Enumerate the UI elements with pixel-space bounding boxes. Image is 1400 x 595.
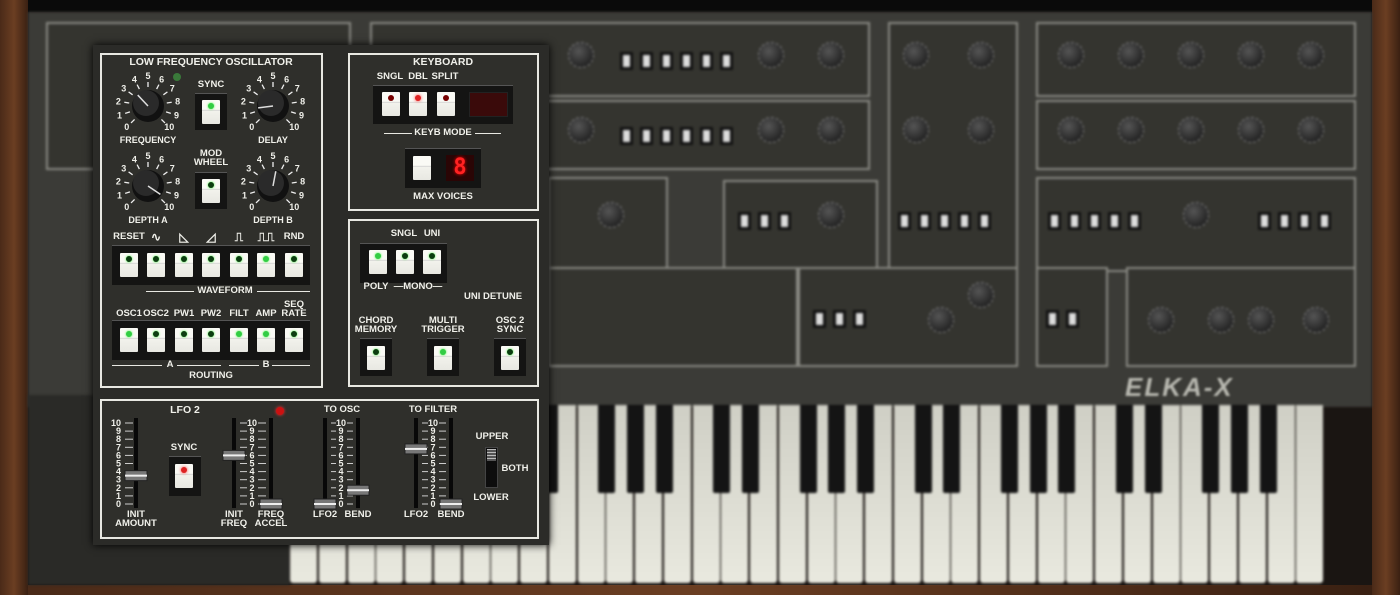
slider-scale-label: 10 (336, 418, 346, 428)
slider-scale-label: 10 (428, 418, 438, 428)
black-key[interactable] (943, 405, 961, 493)
elka-x-logo: ELKA-X (1125, 372, 1234, 402)
switch-handle[interactable] (487, 449, 496, 461)
black-key[interactable] (857, 405, 874, 493)
wood-side-right (1372, 0, 1400, 595)
black-key[interactable] (1259, 405, 1277, 493)
black-key[interactable] (598, 405, 616, 493)
black-key[interactable] (713, 405, 731, 493)
freq-accel-label-2: ACCEL (254, 518, 288, 529)
black-key[interactable] (914, 405, 932, 493)
slider-handle[interactable] (313, 498, 337, 510)
black-key[interactable] (655, 405, 673, 493)
to-osc-lfo2-label: LFO2 (312, 509, 338, 520)
to-filter-lfo2-label: LFO2 (403, 509, 429, 520)
to-osc-bend-label: BEND (344, 509, 372, 520)
init-amount-label-2: AMOUNT (115, 518, 157, 529)
black-key[interactable] (799, 405, 817, 493)
black-key[interactable] (1202, 405, 1219, 493)
to-filter-bend-label: BEND (437, 509, 465, 520)
black-key[interactable] (1029, 405, 1047, 493)
slider-handle[interactable] (346, 484, 370, 496)
slider-handle[interactable] (124, 470, 148, 482)
slider-handle[interactable] (439, 498, 463, 510)
slider-handle[interactable] (259, 498, 283, 510)
wood-bottom (28, 585, 1372, 595)
slider-scale-label: 10 (111, 418, 121, 428)
black-key[interactable] (1000, 405, 1018, 493)
black-key[interactable] (1058, 405, 1076, 493)
white-key[interactable] (1296, 405, 1324, 583)
slider-scale-label: 10 (247, 418, 257, 428)
slider-handle[interactable] (404, 443, 428, 455)
switch-both-label: BOTH (501, 463, 529, 474)
keyboard-range-switch[interactable] (485, 447, 498, 488)
slider-layer: 0123456789100123456789100123456789100123… (111, 418, 463, 510)
black-key[interactable] (627, 405, 644, 493)
black-key[interactable] (828, 405, 846, 493)
black-key[interactable] (1144, 405, 1162, 493)
switch-lower-label: LOWER (473, 492, 509, 503)
slider-handle[interactable] (222, 449, 246, 461)
black-key[interactable] (742, 405, 759, 493)
switch-upper-label: UPPER (475, 431, 509, 442)
black-key[interactable] (1230, 405, 1248, 493)
init-freq-label-2: FREQ (220, 518, 248, 529)
black-key[interactable] (1115, 405, 1133, 493)
